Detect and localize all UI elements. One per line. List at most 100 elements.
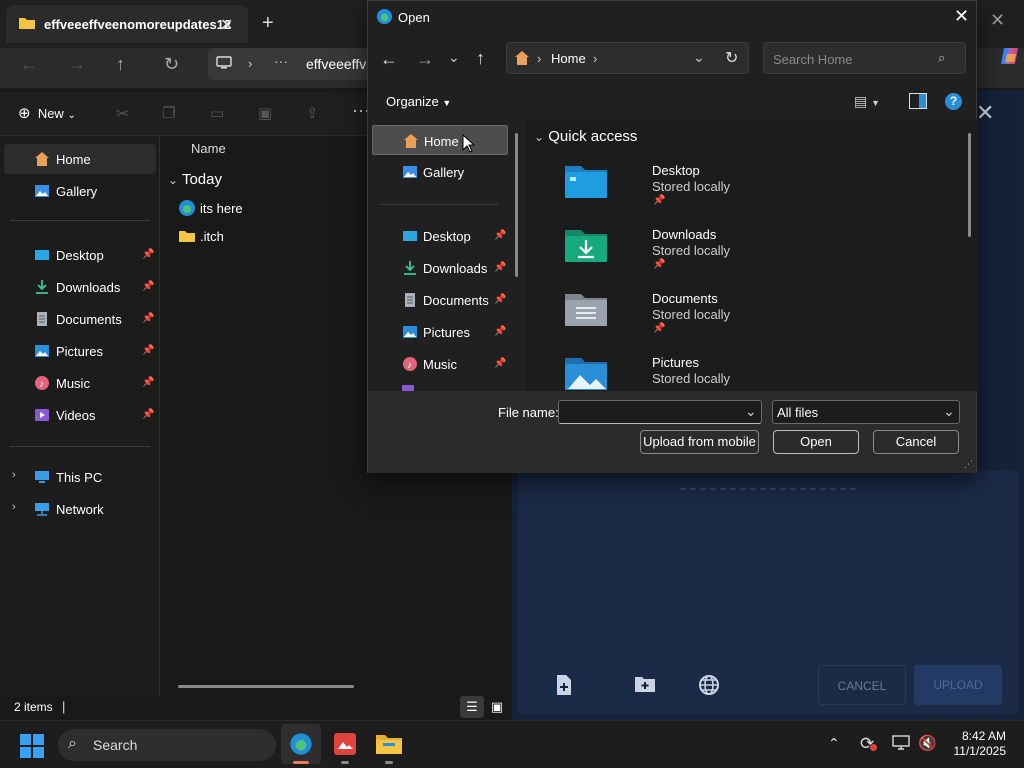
open-button[interactable]: Open: [773, 430, 859, 454]
search-box[interactable]: Search Home ⌕: [763, 42, 966, 74]
recent-locations-chevron-icon[interactable]: ⌄: [448, 49, 460, 66]
up-arrow-icon[interactable]: ↑: [116, 54, 125, 75]
sidebar-scrollbar[interactable]: [515, 133, 518, 277]
breadcrumb-home[interactable]: Home: [551, 51, 586, 66]
back-arrow-icon[interactable]: ←: [20, 54, 38, 75]
sidebar-item-home[interactable]: Home: [4, 144, 156, 174]
details-view-icon[interactable]: ☰: [460, 696, 484, 718]
rename-icon[interactable]: ▣: [258, 104, 272, 122]
start-windows-icon[interactable]: [20, 734, 44, 761]
taskbar-file-explorer[interactable]: [369, 724, 409, 764]
sidebar-item-music[interactable]: ♪ Music 📌: [0, 368, 158, 398]
resize-grip-icon[interactable]: ⋰: [964, 459, 973, 470]
expand-chevron-icon[interactable]: ›: [12, 501, 16, 513]
dialog-file-pane: ⌄ Quick access Desktop Stored locally 📌 …: [526, 119, 978, 391]
expand-chevron-icon[interactable]: ›: [12, 469, 16, 481]
new-folder-icon[interactable]: [634, 674, 656, 697]
dialog-sidebar-item-pictures[interactable]: Pictures 📌: [372, 317, 508, 347]
quick-access-item-documents[interactable]: Documents Stored locally 📌: [562, 285, 862, 345]
tiles-view-icon[interactable]: ▣: [486, 696, 508, 718]
section-title: Quick access: [548, 128, 638, 145]
file-type-select[interactable]: All files ⌄: [772, 400, 960, 424]
dialog-sidebar-item-documents[interactable]: Documents 📌: [372, 285, 508, 315]
forward-arrow-icon[interactable]: →: [68, 54, 86, 75]
refresh-icon[interactable]: ↻: [725, 48, 738, 68]
window-close-icon[interactable]: ✕: [990, 10, 1005, 31]
cancel-button[interactable]: Cancel: [873, 430, 959, 454]
file-pane-scrollbar[interactable]: [968, 133, 971, 237]
quick-access-item-desktop[interactable]: Desktop Stored locally 📌: [562, 157, 862, 217]
view-options-icon[interactable]: ▤ ▼: [854, 93, 880, 110]
breadcrumb[interactable]: effveeeffv: [306, 56, 366, 72]
list-item[interactable]: .itch: [178, 226, 378, 248]
more-icon[interactable]: ···: [274, 53, 288, 69]
file-name-input[interactable]: ⌄: [558, 400, 762, 424]
preview-pane-icon[interactable]: [909, 93, 927, 109]
sidebar-item-gallery[interactable]: Gallery: [0, 176, 158, 206]
volume-muted-icon[interactable]: 🔇: [918, 734, 937, 752]
pictures-icon: [402, 324, 418, 340]
new-tab-icon[interactable]: +: [262, 12, 274, 35]
upload-from-mobile-button[interactable]: Upload from mobile: [640, 430, 759, 454]
sync-icon[interactable]: ⟳: [860, 734, 877, 754]
tab-title: effveeeffveenomoreupdates12: [44, 17, 232, 32]
close-icon[interactable]: ✕: [954, 6, 969, 27]
sidebar-item-desktop[interactable]: Desktop 📌: [0, 240, 158, 270]
sidebar-item-documents[interactable]: Documents 📌: [0, 304, 158, 334]
sidebar-item-this-pc[interactable]: › This PC: [0, 462, 158, 492]
cut-icon[interactable]: ✂: [116, 104, 129, 124]
clock[interactable]: 8:42 AM 11/1/2025: [936, 729, 1007, 759]
dialog-sidebar-item-downloads[interactable]: Downloads 📌: [372, 253, 508, 283]
tab-close-icon[interactable]: ✕: [220, 15, 233, 35]
sidebar-label: Videos: [56, 408, 96, 423]
show-hidden-icons-chevron[interactable]: ⌃: [828, 735, 840, 752]
organize-menu[interactable]: Organize ▼: [386, 94, 451, 109]
taskbar-search[interactable]: ⌕ Search: [58, 729, 276, 761]
sidebar-item-downloads[interactable]: Downloads 📌: [0, 272, 158, 302]
explorer-tab[interactable]: effveeeffveenomoreupdates12 ✕: [6, 5, 248, 43]
back-arrow-icon[interactable]: ←: [380, 49, 398, 70]
sidebar-item-network[interactable]: › Network: [0, 494, 158, 524]
list-item[interactable]: its here: [178, 198, 378, 220]
group-header-today[interactable]: ⌄ Today: [168, 171, 222, 188]
network-status-icon[interactable]: [892, 735, 910, 754]
taskbar-itch[interactable]: [325, 724, 365, 764]
taskbar-edge[interactable]: [281, 724, 321, 764]
dialog-sidebar-item-music[interactable]: ♪ Music 📌: [372, 349, 508, 379]
address-dropdown-icon[interactable]: ⌄: [693, 49, 705, 66]
refresh-icon[interactable]: ↻: [164, 54, 179, 75]
address-bar[interactable]: › Home › ⌄ ↻: [506, 42, 749, 74]
pc-icon: [34, 469, 50, 485]
help-icon[interactable]: ?: [945, 93, 962, 110]
chevron-down-icon[interactable]: ⌄: [745, 403, 757, 420]
up-arrow-icon[interactable]: ↑: [476, 48, 485, 69]
forward-arrow-icon[interactable]: →: [416, 49, 434, 70]
new-file-icon[interactable]: [554, 674, 574, 699]
dialog-sidebar-item-gallery[interactable]: Gallery: [372, 157, 508, 187]
new-label: New: [37, 106, 64, 121]
folder-icon: [18, 15, 36, 34]
sidebar-item-videos[interactable]: Videos 📌: [0, 400, 158, 430]
share-icon[interactable]: ⇪: [306, 104, 319, 122]
monitor-icon: [216, 55, 232, 74]
dialog-sidebar-item-desktop[interactable]: Desktop 📌: [372, 221, 508, 251]
gallery-icon: [402, 164, 418, 180]
cancel-upload-button[interactable]: CANCEL: [818, 665, 906, 705]
copilot-icon[interactable]: [998, 44, 1022, 74]
copy-icon[interactable]: ❐: [162, 104, 175, 122]
paste-icon[interactable]: ▭: [210, 104, 224, 122]
column-header-name[interactable]: Name: [191, 141, 226, 156]
sidebar-item-pictures[interactable]: Pictures 📌: [0, 336, 158, 366]
horizontal-scrollbar[interactable]: [178, 685, 354, 688]
dialog-sidebar-item-home[interactable]: Home: [372, 125, 508, 155]
quick-access-item-pictures[interactable]: Pictures Stored locally: [562, 349, 862, 391]
dialog-close-icon[interactable]: ✕: [976, 100, 994, 126]
chevron-down-icon: ⌄: [534, 130, 545, 144]
upload-button[interactable]: UPLOAD: [914, 665, 1002, 705]
globe-icon[interactable]: [698, 674, 720, 699]
new-button[interactable]: ⊕ New ⌄: [18, 104, 76, 122]
quick-access-item-downloads[interactable]: Downloads Stored locally 📌: [562, 221, 862, 281]
file-name: .itch: [200, 229, 224, 244]
quick-access-header[interactable]: ⌄ Quick access: [534, 128, 637, 145]
explorer-address-bar[interactable]: › ··· effveeeffv: [208, 48, 378, 80]
